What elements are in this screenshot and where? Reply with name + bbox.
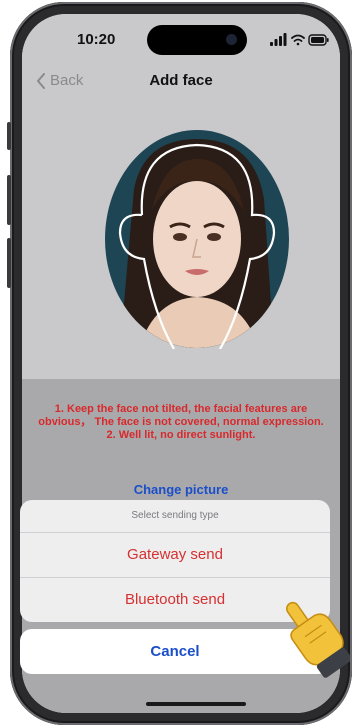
- face-photo-preview: [105, 130, 289, 349]
- battery-icon: [308, 34, 329, 46]
- volume-up-button: [7, 175, 11, 225]
- camera-icon: [226, 34, 237, 45]
- change-picture-link[interactable]: Change picture: [22, 482, 340, 497]
- dynamic-island: [147, 25, 247, 55]
- wifi-icon: [291, 34, 305, 46]
- home-indicator: [146, 702, 246, 706]
- page-title: Add face: [149, 72, 213, 89]
- status-bar: 10:20: [22, 14, 340, 64]
- gateway-send-option[interactable]: Gateway send: [20, 533, 330, 578]
- volume-down-button: [7, 238, 11, 288]
- action-button: [7, 122, 11, 150]
- navigation-bar: Back Add face: [22, 72, 340, 102]
- status-time: 10:20: [77, 31, 116, 48]
- photo-requirements-text: 1. Keep the face not tilted, the facial …: [28, 403, 334, 442]
- tip-line: obvious， The face is not covered, normal…: [38, 416, 324, 428]
- pointing-hand-icon: [286, 601, 350, 678]
- portrait-photo: [120, 139, 274, 348]
- tip-line: 2. Well lit, no direct sunlight.: [106, 429, 256, 441]
- signal-icon: [270, 33, 287, 46]
- tip-line: 1. Keep the face not tilted, the facial …: [54, 403, 308, 415]
- action-sheet-header: Select sending type: [20, 500, 330, 533]
- status-icons: [270, 33, 329, 46]
